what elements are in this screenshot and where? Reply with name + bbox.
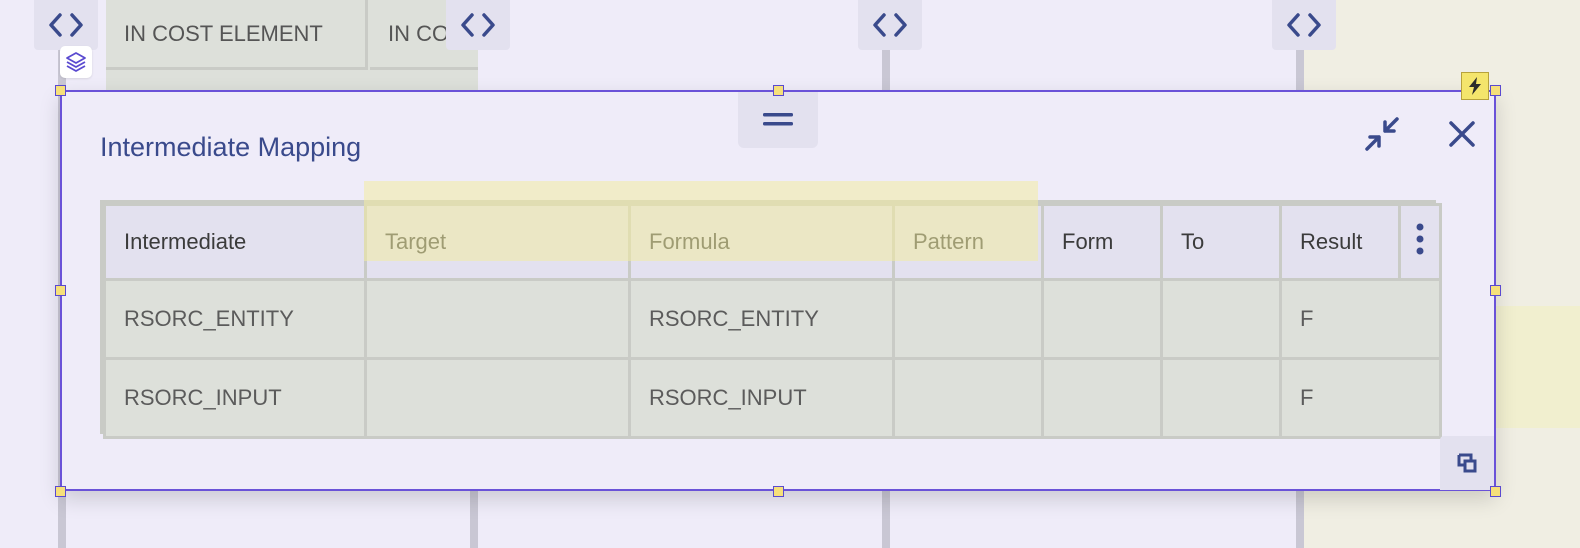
cell-target[interactable] [364, 357, 631, 439]
close-icon [1449, 121, 1475, 147]
table-header-row: Intermediate Target Formula Pattern Form… [103, 203, 1442, 281]
table-row[interactable]: RSORC_INPUT RSORC_INPUT F [103, 357, 1442, 439]
column-header-form[interactable]: Form [1041, 203, 1163, 281]
drag-handle-icon [763, 113, 793, 126]
intermediate-mapping-dialog: Intermediate Mapping Intermediate Target… [60, 90, 1496, 491]
cell-formula[interactable]: RSORC_INPUT [628, 357, 895, 439]
column-header-intermediate[interactable]: Intermediate [103, 203, 367, 281]
close-button[interactable] [1440, 112, 1484, 156]
selection-handle[interactable] [55, 85, 66, 96]
selection-handle[interactable] [55, 486, 66, 497]
cell-form[interactable] [1041, 278, 1163, 360]
selection-handle[interactable] [55, 285, 66, 296]
code-toggle-button[interactable] [34, 0, 98, 50]
code-brackets-icon [461, 13, 495, 37]
column-header-formula[interactable]: Formula [628, 203, 895, 281]
collapse-button[interactable] [1360, 112, 1404, 156]
vertical-dots-icon [1416, 223, 1424, 255]
layers-button[interactable] [60, 46, 92, 78]
selection-handle[interactable] [773, 486, 784, 497]
selection-handle[interactable] [1490, 486, 1501, 497]
code-toggle-button[interactable] [446, 0, 510, 50]
column-header-pattern[interactable]: Pattern [892, 203, 1044, 281]
code-toggle-button[interactable] [858, 0, 922, 50]
resize-button[interactable] [1440, 436, 1494, 490]
selection-handle[interactable] [773, 85, 784, 96]
cell-result[interactable]: F [1279, 357, 1442, 439]
background-highlight-strip [1496, 306, 1580, 428]
cell-form[interactable] [1041, 357, 1163, 439]
column-header-result[interactable]: Result [1279, 203, 1401, 281]
cell-intermediate[interactable]: RSORC_INPUT [103, 357, 367, 439]
selection-handle[interactable] [1490, 285, 1501, 296]
code-toggle-button[interactable] [1272, 0, 1336, 50]
column-header-to[interactable]: To [1160, 203, 1282, 281]
cell-formula[interactable]: RSORC_ENTITY [628, 278, 895, 360]
cell-pattern[interactable] [892, 278, 1044, 360]
cell-pattern[interactable] [892, 357, 1044, 439]
selection-handle[interactable] [1490, 85, 1501, 96]
cell-target[interactable] [364, 278, 631, 360]
table-row[interactable]: RSORC_ENTITY RSORC_ENTITY F [103, 278, 1442, 360]
code-brackets-icon [1287, 13, 1321, 37]
background-column-header: IN COST ELEMENT [106, 0, 368, 70]
background-table: IN COST ELEMENT IN CO [106, 0, 478, 90]
collapse-arrows-icon [1365, 117, 1399, 151]
cell-to[interactable] [1160, 278, 1282, 360]
mapping-table: Intermediate Target Formula Pattern Form… [100, 200, 1442, 439]
cell-to[interactable] [1160, 357, 1282, 439]
quick-action-button[interactable] [1461, 72, 1489, 100]
drag-handle[interactable] [738, 92, 818, 148]
code-brackets-icon [49, 13, 83, 37]
layers-icon [66, 52, 86, 72]
lightning-icon [1469, 77, 1481, 95]
cell-intermediate[interactable]: RSORC_ENTITY [103, 278, 367, 360]
resize-corner-icon [1457, 453, 1477, 473]
dialog-title: Intermediate Mapping [100, 132, 362, 162]
cell-result[interactable]: F [1279, 278, 1442, 360]
code-brackets-icon [873, 13, 907, 37]
column-header-target[interactable]: Target [364, 203, 631, 281]
column-menu-button[interactable] [1398, 203, 1442, 281]
